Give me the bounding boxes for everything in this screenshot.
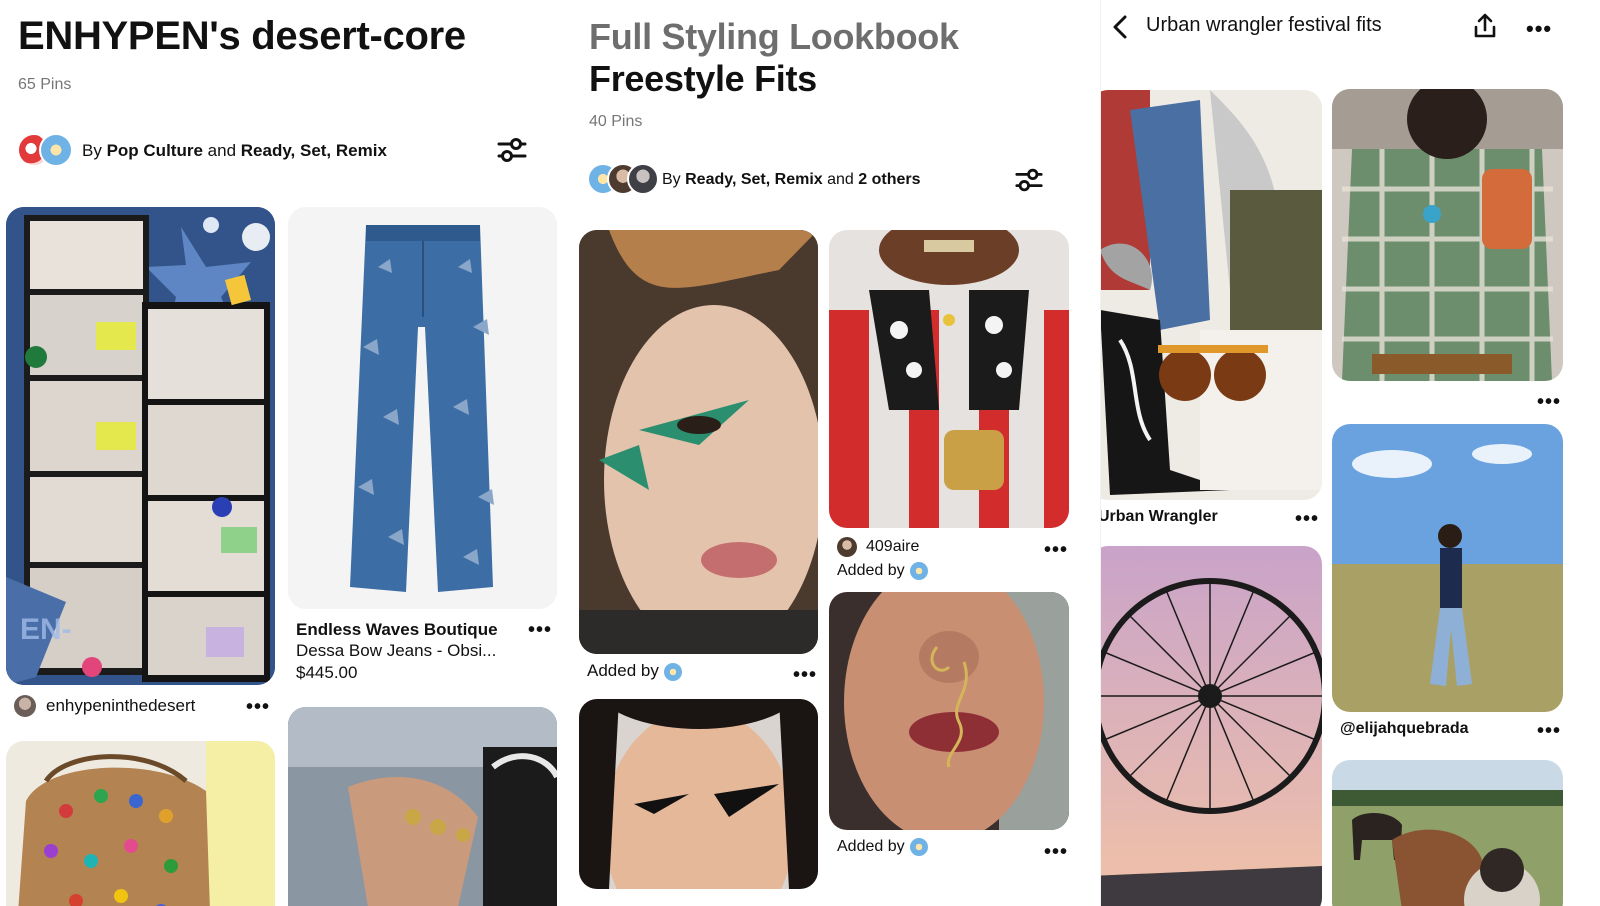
share-button[interactable] — [1471, 12, 1499, 45]
byline-collaborator-link[interactable]: Ready, Set, Remix — [241, 141, 387, 160]
collage-illustration — [1101, 90, 1322, 500]
filter-button[interactable] — [496, 134, 528, 171]
hands-illustration — [288, 707, 557, 906]
more-options-button[interactable]: ••• — [793, 665, 817, 685]
pin-image-bow-jeans[interactable] — [288, 207, 557, 609]
pin-image-green-eyeliner[interactable] — [579, 230, 818, 654]
board-panel-freestyle-fits: Full Styling Lookbook Freestyle Fits 40 … — [568, 0, 1100, 906]
added-by-label: Added by — [837, 562, 905, 580]
jeans-illustration — [288, 207, 557, 609]
pin-image-hands-rings[interactable] — [288, 707, 557, 906]
board-panel-desert-core: ENHYPEN's desert-core 65 Pins By Pop Cul… — [0, 0, 568, 906]
collage-illustration: EN- — [6, 207, 275, 685]
ferris-wheel-illustration — [1101, 546, 1322, 906]
svg-text:EN-: EN- — [20, 613, 72, 646]
more-options-button[interactable]: ••• — [1044, 842, 1068, 862]
avatar — [908, 561, 929, 581]
pin-image-ferris-wheel[interactable] — [1101, 546, 1322, 906]
avatar — [908, 837, 929, 857]
pin-image-plaid-shirt[interactable] — [1332, 89, 1563, 381]
pin-count: 40 Pins — [589, 113, 643, 130]
chevron-left-icon — [1113, 15, 1127, 39]
pin-count: 65 Pins — [18, 76, 72, 93]
pin-username: 409aire — [866, 538, 920, 555]
sliders-icon — [1015, 168, 1043, 192]
pin-price: $445.00 — [296, 663, 358, 682]
board-title: ENHYPEN's desert-core — [18, 14, 466, 58]
more-options-button[interactable]: ••• — [1526, 18, 1552, 40]
board-title-line1: Full Styling Lookbook — [589, 16, 959, 57]
added-by-row[interactable]: Added by — [837, 837, 929, 857]
avatar — [39, 133, 73, 167]
header-title: Urban wrangler festival fits — [1146, 14, 1382, 36]
more-options-button[interactable]: ••• — [1295, 509, 1319, 529]
face-illustration — [579, 230, 818, 654]
more-options-button[interactable]: ••• — [246, 697, 270, 717]
pin-image-photobooth-collage[interactable]: EN- — [6, 207, 275, 685]
pin-image-field-flared-jeans[interactable] — [1332, 424, 1563, 712]
face-illustration — [829, 592, 1069, 830]
pin-attribution[interactable]: enhypeninthedesert — [14, 695, 195, 717]
byline-and: and — [207, 141, 237, 160]
sliders-icon — [497, 138, 527, 162]
field-illustration — [1332, 424, 1563, 712]
more-options-button[interactable]: ••• — [528, 620, 552, 640]
share-icon — [1474, 13, 1496, 38]
added-by-label: Added by — [587, 661, 659, 680]
jewelry-illustration — [829, 230, 1069, 528]
face-illustration — [579, 699, 818, 889]
more-options-button[interactable]: ••• — [1537, 392, 1561, 412]
byline-prefix: By — [82, 141, 102, 160]
pin-image-horses-field[interactable] — [1332, 760, 1563, 906]
avatar — [662, 661, 683, 682]
byline-prefix: By — [662, 171, 681, 188]
byline-owner-link[interactable]: Pop Culture — [107, 141, 203, 160]
bag-illustration — [6, 741, 275, 906]
pin-subtitle: Dessa Bow Jeans - Obsi... — [296, 641, 497, 660]
pin-title[interactable]: Endless Waves Boutique — [296, 620, 498, 640]
byline-and: and — [827, 171, 854, 188]
collaborator-avatars[interactable] — [17, 133, 73, 167]
pin-username: enhypeninthedesert — [46, 696, 196, 715]
pin-image-western-collage[interactable] — [1101, 90, 1322, 500]
board-byline: By Pop Culture and Ready, Set, Remix — [82, 141, 387, 161]
pin-image-graphic-liner[interactable] — [579, 699, 818, 889]
avatar — [627, 163, 659, 195]
board-title-line2: Freestyle Fits — [589, 58, 817, 99]
pin-image-beaded-bag[interactable] — [6, 741, 275, 906]
back-button[interactable] — [1101, 12, 1139, 42]
pin-title[interactable]: Urban Wrangler — [1101, 508, 1218, 526]
added-by-label: Added by — [837, 838, 905, 856]
collaborator-avatars[interactable] — [587, 163, 659, 195]
filter-button[interactable] — [1014, 165, 1044, 200]
board-panel-urban-wrangler: Urban wrangler festival fits ••• Urban W… — [1100, 0, 1600, 906]
pin-attribution[interactable]: 409aire — [837, 537, 919, 557]
byline-others-link[interactable]: 2 others — [858, 171, 920, 188]
horses-illustration — [1332, 760, 1563, 906]
plaid-shirt-illustration — [1332, 89, 1563, 381]
more-options-button[interactable]: ••• — [1044, 540, 1068, 560]
avatar — [837, 537, 857, 557]
added-by-row[interactable]: Added by — [587, 661, 683, 682]
pin-image-nose-jewelry[interactable] — [829, 592, 1069, 830]
more-options-button[interactable]: ••• — [1537, 721, 1561, 741]
byline-owner-link[interactable]: Ready, Set, Remix — [685, 171, 823, 188]
added-by-row[interactable]: Added by — [837, 561, 929, 581]
board-byline: By Ready, Set, Remix and 2 others — [662, 171, 921, 189]
pin-title[interactable]: @elijahquebrada — [1340, 720, 1469, 738]
pin-image-red-stripes-jewelry[interactable] — [829, 230, 1069, 528]
avatar — [14, 695, 36, 717]
